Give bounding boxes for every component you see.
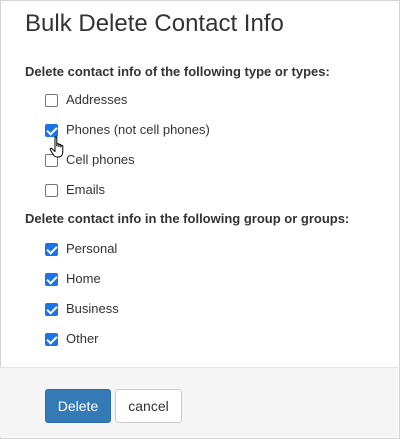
cancel-button[interactable]: cancel (115, 389, 182, 423)
dialog-title: Bulk Delete Contact Info (25, 10, 284, 37)
checkbox-row-personal[interactable]: Personal (45, 240, 117, 258)
home-label[interactable]: Home (66, 270, 101, 288)
checkbox-row-addresses[interactable]: Addresses (45, 91, 127, 109)
personal-checkbox[interactable] (45, 242, 58, 256)
emails-checkbox[interactable] (45, 183, 58, 197)
checkbox-row-business[interactable]: Business (45, 300, 119, 318)
checkbox-row-home[interactable]: Home (45, 270, 101, 288)
other-label[interactable]: Other (66, 330, 99, 348)
checkbox-row-phones[interactable]: Phones (not cell phones) (45, 121, 210, 139)
personal-label[interactable]: Personal (66, 240, 117, 258)
cell-phones-label[interactable]: Cell phones (66, 151, 135, 169)
phones-checkbox[interactable] (45, 123, 58, 137)
addresses-checkbox[interactable] (45, 93, 58, 107)
checkbox-row-emails[interactable]: Emails (45, 181, 105, 199)
business-checkbox[interactable] (45, 302, 58, 316)
business-label[interactable]: Business (66, 300, 119, 318)
checkbox-row-other[interactable]: Other (45, 330, 99, 348)
hand-pointer-icon (49, 136, 64, 158)
other-checkbox[interactable] (45, 332, 58, 346)
footer-divider (0, 367, 398, 368)
delete-button[interactable]: Delete (45, 389, 111, 423)
home-checkbox[interactable] (45, 272, 58, 286)
groups-section-label: Delete contact info in the following gro… (25, 211, 350, 226)
addresses-label[interactable]: Addresses (66, 91, 127, 109)
emails-label[interactable]: Emails (66, 181, 105, 199)
phones-label[interactable]: Phones (not cell phones) (66, 121, 210, 139)
types-section-label: Delete contact info of the following typ… (25, 64, 330, 79)
